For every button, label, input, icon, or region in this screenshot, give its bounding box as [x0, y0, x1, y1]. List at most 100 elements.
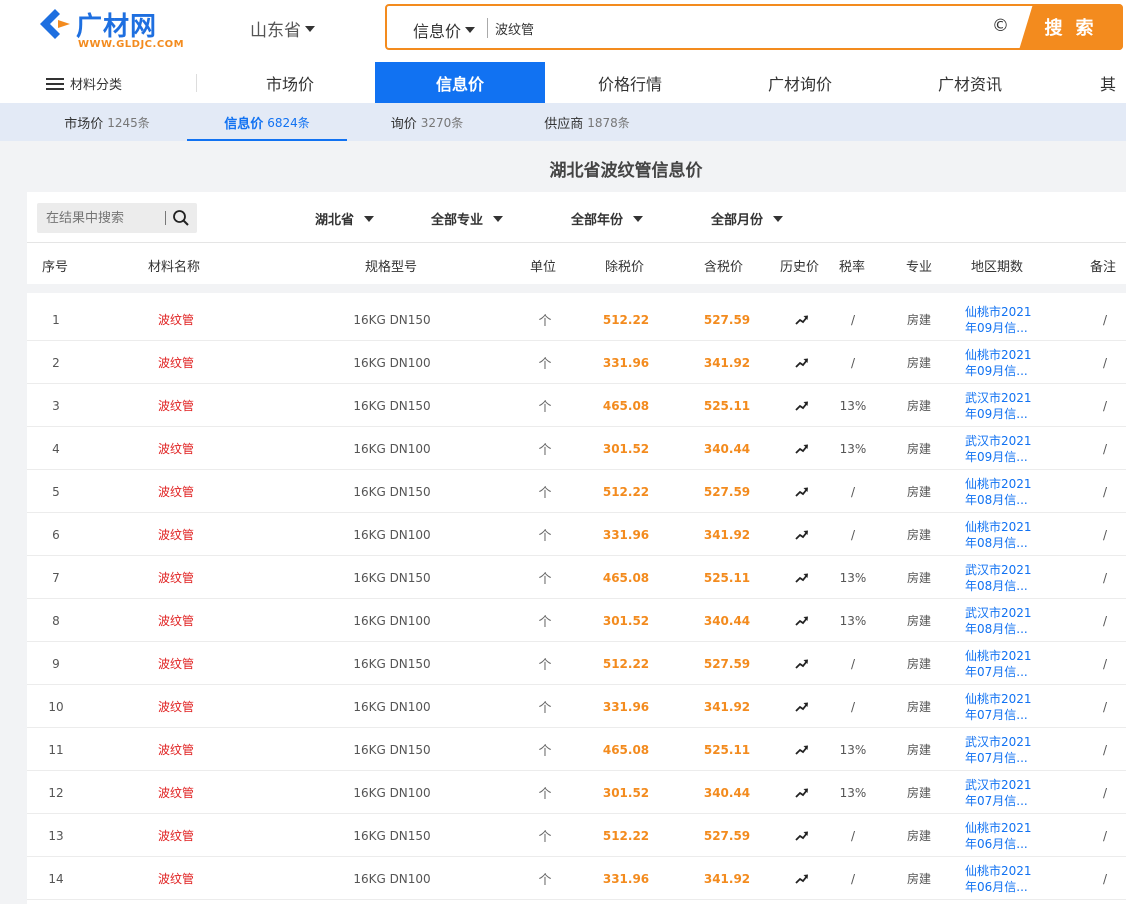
- nav-item-market-price[interactable]: 市场价: [205, 62, 375, 103]
- region-period-link[interactable]: 仙桃市2021 年07月信...: [965, 642, 1035, 685]
- history-trend-icon[interactable]: [791, 556, 813, 599]
- nav-item-other[interactable]: 其: [1100, 62, 1126, 103]
- price-inc-tax: 341.92: [703, 871, 751, 886]
- note: /: [1102, 570, 1108, 585]
- row-no: 8: [52, 613, 60, 628]
- history-trend-icon[interactable]: [791, 470, 813, 513]
- row-no: 2: [52, 355, 60, 370]
- major: 房建: [906, 743, 931, 757]
- spec-model: 16KG DN100: [353, 441, 431, 456]
- nav-item-inquiry[interactable]: 广材询价: [715, 62, 885, 103]
- region-period-link[interactable]: 仙桃市2021 年08月信...: [965, 470, 1035, 513]
- material-name-link[interactable]: 波纹管: [125, 642, 227, 685]
- region-period-link[interactable]: 仙桃市2021 年06月信...: [965, 814, 1035, 857]
- note: /: [1102, 355, 1108, 370]
- material-name-link[interactable]: 波纹管: [125, 427, 227, 470]
- region-period-line1: 武汉市2021: [965, 605, 1032, 620]
- major-filter[interactable]: 全部专业: [431, 209, 504, 228]
- nav-item-news[interactable]: 广材资讯: [885, 62, 1055, 103]
- region-period-link[interactable]: 武汉市2021 年07月信...: [965, 728, 1035, 771]
- column-header-region: 地区期数: [971, 260, 1024, 275]
- history-trend-icon[interactable]: [791, 857, 813, 900]
- year-filter[interactable]: 全部年份: [571, 209, 644, 228]
- region-period-link[interactable]: 仙桃市2021 年07月信...: [965, 685, 1035, 728]
- table-row: 2 波纹管 16KG DN100 个 331.96 341.92 / 房建 仙桃市2021 年09…: [27, 341, 1126, 384]
- site-logo[interactable]: 广材网 WWW.GLDJC.COM: [38, 6, 184, 54]
- region-period-link[interactable]: 武汉市2021 年08月信...: [965, 556, 1035, 599]
- filter-panel: 湖北省 全部专业 全部年份 全部月份 序号 材料名称 规格型号 单位 除税价 含…: [27, 192, 1126, 284]
- spec-model: 16KG DN150: [353, 484, 431, 499]
- tab-inquiry[interactable]: 询价 3270条: [347, 103, 507, 141]
- material-name-link[interactable]: 波纹管: [125, 513, 227, 556]
- search-type-selector[interactable]: 信息价: [413, 18, 476, 42]
- major: 房建: [906, 442, 931, 456]
- material-name-link[interactable]: 波纹管: [125, 384, 227, 427]
- tax-rate: 13%: [839, 441, 867, 456]
- search-input[interactable]: [495, 14, 975, 42]
- history-trend-icon[interactable]: [791, 298, 813, 341]
- region-period-link[interactable]: 武汉市2021 年08月信...: [965, 599, 1035, 642]
- region-period-line1: 仙桃市2021: [965, 648, 1032, 663]
- material-name-link[interactable]: 波纹管: [125, 728, 227, 771]
- price-inc-tax: 527.59: [703, 312, 751, 327]
- material-name-link[interactable]: 波纹管: [125, 470, 227, 513]
- unit: 个: [538, 486, 552, 501]
- material-name-link[interactable]: 波纹管: [125, 556, 227, 599]
- region-period-link[interactable]: 武汉市2021 年09月信...: [965, 384, 1035, 427]
- tab-info-price[interactable]: 信息价 6824条: [187, 103, 347, 141]
- note: /: [1102, 871, 1108, 886]
- history-trend-icon[interactable]: [791, 513, 813, 556]
- region-period-link[interactable]: 仙桃市2021 年09月信...: [965, 341, 1035, 384]
- nav-item-price-trend[interactable]: 价格行情: [545, 62, 715, 103]
- tax-rate: /: [850, 355, 856, 370]
- material-name-link[interactable]: 波纹管: [125, 685, 227, 728]
- material-name-link[interactable]: 波纹管: [125, 341, 227, 384]
- region-period-link[interactable]: 仙桃市2021 年09月信...: [965, 298, 1035, 341]
- row-no: 11: [48, 742, 64, 757]
- search-button[interactable]: 搜 索: [1019, 4, 1123, 50]
- region-period-line2: 年06月信...: [965, 879, 1028, 894]
- column-header-spec: 规格型号: [365, 260, 418, 275]
- chevron-down-icon: [633, 215, 644, 222]
- history-trend-icon[interactable]: [791, 384, 813, 427]
- history-trend-icon[interactable]: [791, 341, 813, 384]
- unit: 个: [538, 873, 552, 888]
- material-name-link[interactable]: 波纹管: [125, 814, 227, 857]
- tab-label: 询价: [390, 116, 417, 132]
- history-trend-icon[interactable]: [791, 771, 813, 814]
- region-period-link[interactable]: 武汉市2021 年09月信...: [965, 427, 1035, 470]
- tab-count: 1878条: [587, 115, 630, 130]
- note: /: [1102, 398, 1108, 413]
- history-trend-icon[interactable]: [791, 642, 813, 685]
- material-name-link[interactable]: 波纹管: [125, 857, 227, 900]
- search-icon[interactable]: [172, 209, 190, 227]
- material-category-menu[interactable]: 材料分类: [46, 74, 122, 93]
- history-trend-icon[interactable]: [791, 427, 813, 470]
- material-name-link[interactable]: 波纹管: [125, 771, 227, 814]
- history-trend-icon[interactable]: [791, 685, 813, 728]
- result-type-tabs: 市场价 1245条 信息价 6824条 询价 3270条 供应商 1878条: [0, 103, 1126, 141]
- tax-rate: /: [850, 828, 856, 843]
- history-trend-icon[interactable]: [791, 728, 813, 771]
- row-no: 3: [52, 398, 60, 413]
- nav-item-info-price[interactable]: 信息价: [375, 62, 545, 103]
- price-ex-tax: 331.96: [602, 527, 650, 542]
- tab-market-price[interactable]: 市场价 1245条: [27, 103, 187, 141]
- tab-supplier[interactable]: 供应商 1878条: [507, 103, 667, 141]
- material-name-link[interactable]: 波纹管: [125, 599, 227, 642]
- major: 房建: [906, 872, 931, 886]
- province-selector[interactable]: 山东省: [250, 16, 315, 41]
- tab-label: 市场价: [64, 116, 104, 132]
- region-period-link[interactable]: 仙桃市2021 年06月信...: [965, 857, 1035, 900]
- history-trend-icon[interactable]: [791, 599, 813, 642]
- region-period-link[interactable]: 武汉市2021 年07月信...: [965, 771, 1035, 814]
- history-trend-icon[interactable]: [791, 814, 813, 857]
- region-period-link[interactable]: 仙桃市2021 年08月信...: [965, 513, 1035, 556]
- region-filter[interactable]: 湖北省: [315, 209, 375, 228]
- main-nav: 材料分类 市场价 信息价 价格行情 广材询价 广材资讯 其: [0, 62, 1126, 103]
- material-name-link[interactable]: 波纹管: [125, 298, 227, 341]
- result-search-input[interactable]: [46, 208, 164, 228]
- month-filter[interactable]: 全部月份: [711, 209, 784, 228]
- region-period-line2: 年09月信...: [965, 320, 1028, 335]
- major: 房建: [906, 313, 931, 327]
